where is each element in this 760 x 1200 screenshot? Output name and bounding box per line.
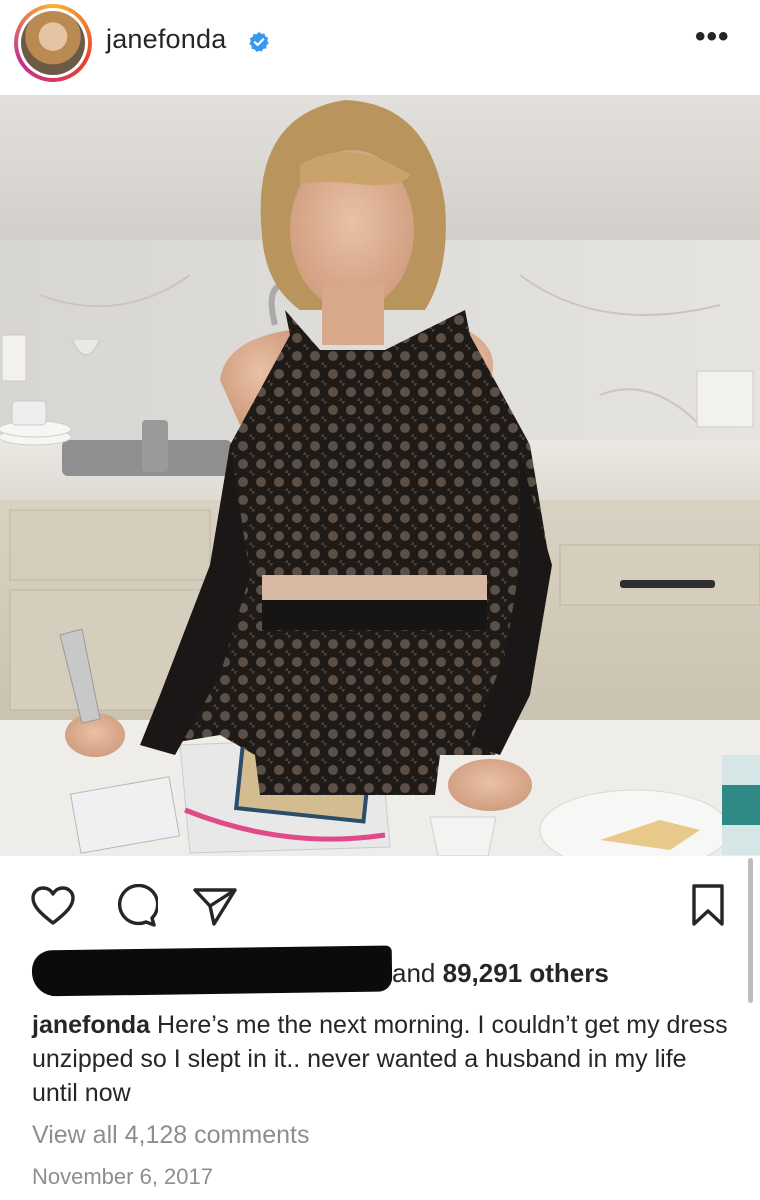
avatar-image bbox=[21, 11, 85, 75]
post-image[interactable] bbox=[0, 95, 760, 856]
more-options-button[interactable]: ••• bbox=[695, 20, 730, 54]
heart-icon[interactable] bbox=[30, 885, 76, 927]
avatar[interactable] bbox=[14, 4, 92, 82]
photo-scene bbox=[0, 95, 760, 856]
post-header: janefonda ••• bbox=[0, 0, 760, 92]
likes-others[interactable]: 89,291 others bbox=[443, 958, 609, 988]
avatar-border bbox=[18, 8, 88, 78]
view-comments-link[interactable]: View all 4,128 comments bbox=[32, 1121, 309, 1150]
scrollbar[interactable] bbox=[748, 858, 753, 1003]
redacted-username bbox=[31, 945, 393, 997]
post-date: November 6, 2017 bbox=[32, 1164, 213, 1189]
comment-icon[interactable] bbox=[114, 884, 158, 928]
share-icon[interactable] bbox=[192, 886, 238, 928]
likes-count[interactable]: and 89,291 others bbox=[392, 958, 609, 989]
verified-badge-icon bbox=[249, 31, 269, 52]
likes-row[interactable]: and 89,291 others bbox=[31, 945, 732, 1002]
likes-suffix: and bbox=[392, 958, 436, 988]
username-link[interactable]: janefonda bbox=[106, 24, 226, 55]
bookmark-icon[interactable] bbox=[690, 883, 726, 927]
caption: janefonda Here’s me the next morning. I … bbox=[32, 1008, 732, 1110]
action-bar bbox=[0, 870, 760, 940]
caption-username[interactable]: janefonda bbox=[32, 1011, 150, 1039]
